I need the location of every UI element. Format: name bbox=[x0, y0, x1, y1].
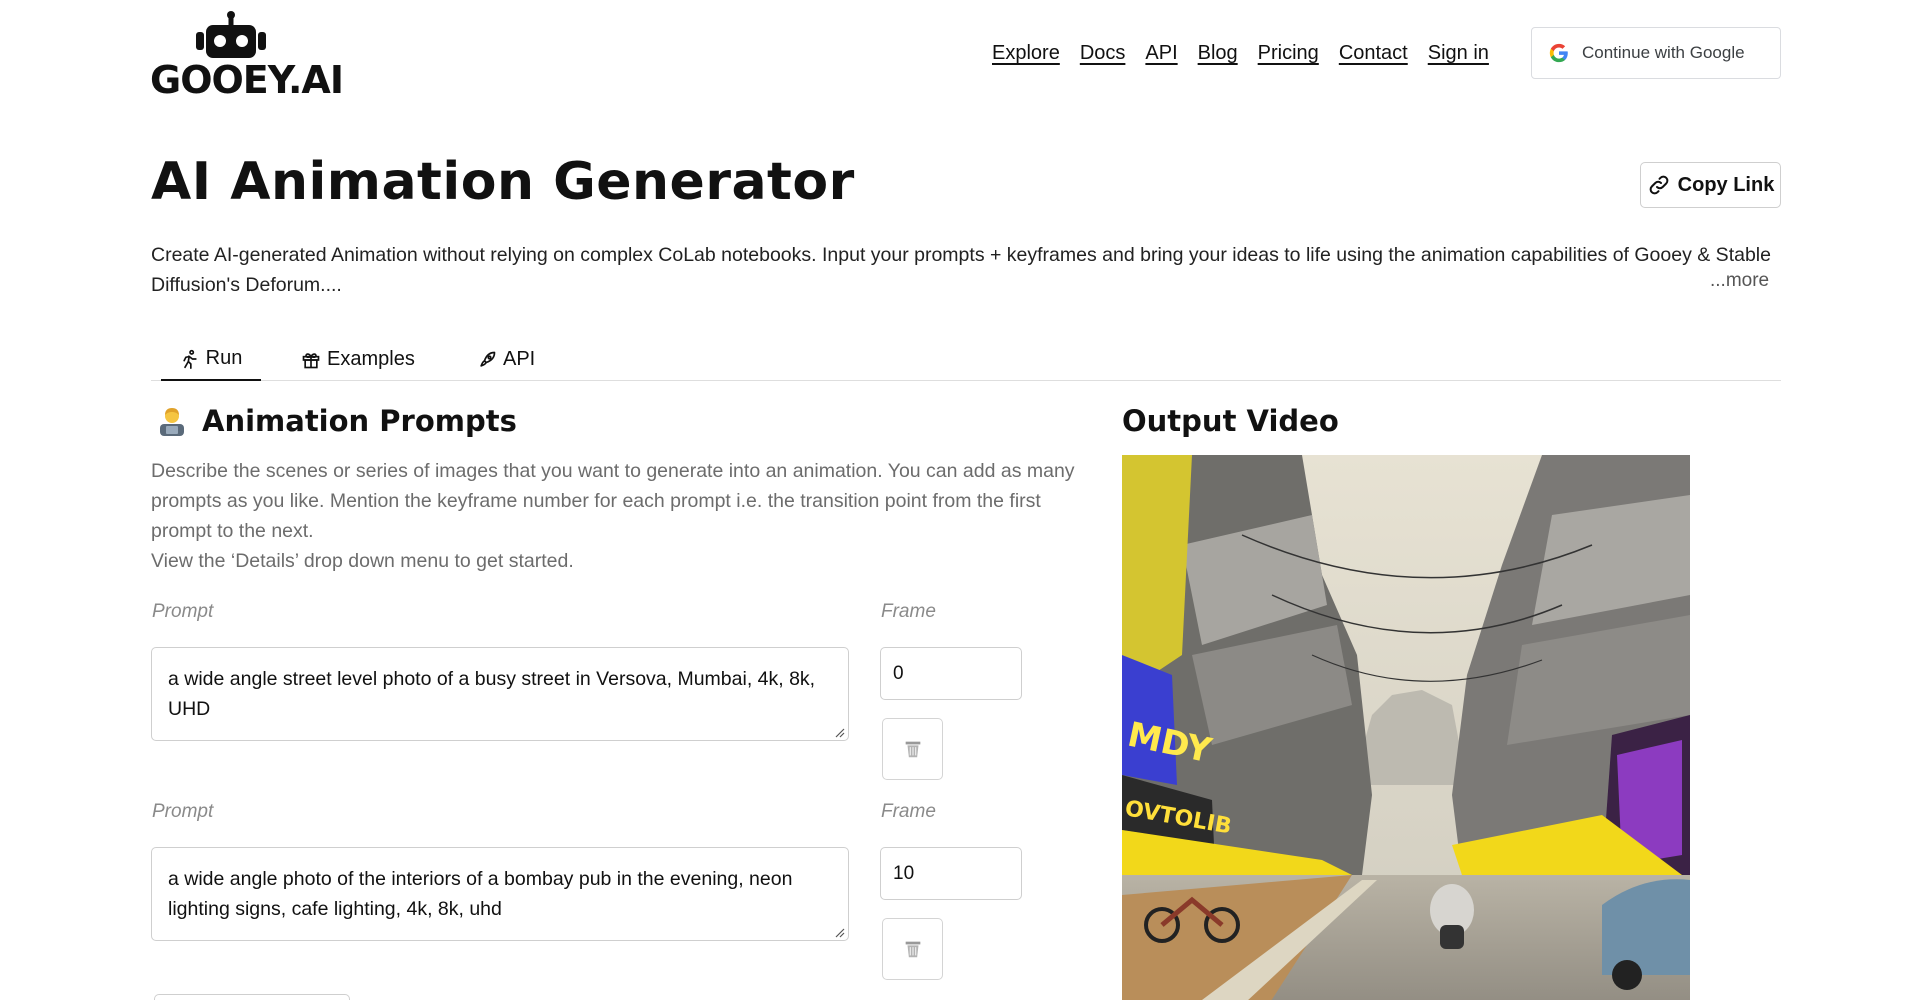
output-video[interactable]: MDY OVTOLIB bbox=[1122, 455, 1690, 1000]
prompt-input[interactable]: a wide angle photo of the interiors of a… bbox=[151, 847, 849, 941]
nav-pricing[interactable]: Pricing bbox=[1258, 42, 1319, 65]
tab-run[interactable]: Run bbox=[161, 338, 261, 381]
nav-sign-in[interactable]: Sign in bbox=[1428, 42, 1489, 65]
page-title: AI Animation Generator bbox=[151, 152, 855, 212]
nav-api[interactable]: API bbox=[1145, 42, 1177, 65]
help-line: View the ‘Details’ drop down menu to get… bbox=[151, 550, 574, 572]
nav-blog[interactable]: Blog bbox=[1198, 42, 1238, 65]
trash-icon bbox=[905, 741, 920, 758]
google-button-label: Continue with Google bbox=[1582, 43, 1745, 62]
copy-link-button[interactable]: Copy Link bbox=[1640, 162, 1781, 208]
street-scene-illustration: MDY OVTOLIB bbox=[1122, 455, 1690, 1000]
copy-link-label: Copy Link bbox=[1677, 173, 1775, 196]
prompt-label: Prompt bbox=[152, 801, 214, 822]
resize-handle-icon[interactable] bbox=[835, 928, 845, 938]
animation-prompts-help: Describe the scenes or series of images … bbox=[151, 456, 1086, 576]
continue-with-google-button[interactable]: Continue with Google bbox=[1531, 27, 1781, 79]
gooey-logo[interactable]: GOOEY.AI bbox=[150, 10, 344, 102]
link-icon bbox=[1649, 175, 1669, 195]
tab-examples-label: Examples bbox=[327, 348, 415, 370]
nav-explore[interactable]: Explore bbox=[992, 42, 1060, 65]
animation-prompts-heading: Animation Prompts bbox=[156, 404, 517, 438]
top-nav: Explore Docs API Blog Pricing Contact Si… bbox=[992, 42, 1489, 65]
help-line: Describe the scenes or series of images … bbox=[151, 460, 1075, 542]
tab-examples[interactable]: Examples bbox=[301, 338, 415, 381]
google-g-icon bbox=[1549, 43, 1568, 63]
prompt-input[interactable]: a wide angle street level photo of a bus… bbox=[151, 647, 849, 741]
nav-contact[interactable]: Contact bbox=[1339, 42, 1408, 65]
technologist-emoji-icon bbox=[160, 408, 184, 436]
robot-logo-icon bbox=[196, 11, 266, 58]
animation-prompts-title: Animation Prompts bbox=[202, 404, 517, 438]
brand-name: GOOEY.AI bbox=[150, 58, 344, 102]
nav-docs[interactable]: Docs bbox=[1080, 42, 1126, 65]
resize-handle-icon[interactable] bbox=[835, 728, 845, 738]
rocket-icon bbox=[480, 351, 496, 367]
tab-api[interactable]: API bbox=[477, 338, 535, 381]
page-description: Create AI-generated Animation without re… bbox=[151, 244, 1771, 296]
delete-prompt-button[interactable] bbox=[882, 918, 943, 980]
tab-api-label: API bbox=[503, 348, 536, 370]
prompt-label: Prompt bbox=[152, 601, 214, 622]
output-video-heading: Output Video bbox=[1122, 404, 1339, 438]
frame-input[interactable]: 0 bbox=[880, 647, 1022, 700]
frame-label: Frame bbox=[881, 801, 936, 822]
delete-prompt-button[interactable] bbox=[882, 718, 943, 780]
more-link[interactable]: ...more bbox=[1710, 270, 1769, 292]
tab-bar: Run Examples API bbox=[151, 338, 1781, 381]
gift-icon bbox=[302, 352, 320, 368]
tab-run-label: Run bbox=[205, 347, 243, 369]
trash-icon bbox=[905, 941, 920, 958]
frame-input[interactable]: 10 bbox=[880, 847, 1022, 900]
runner-icon bbox=[182, 349, 197, 369]
add-prompt-button[interactable] bbox=[154, 994, 350, 1000]
frame-label: Frame bbox=[881, 601, 936, 622]
